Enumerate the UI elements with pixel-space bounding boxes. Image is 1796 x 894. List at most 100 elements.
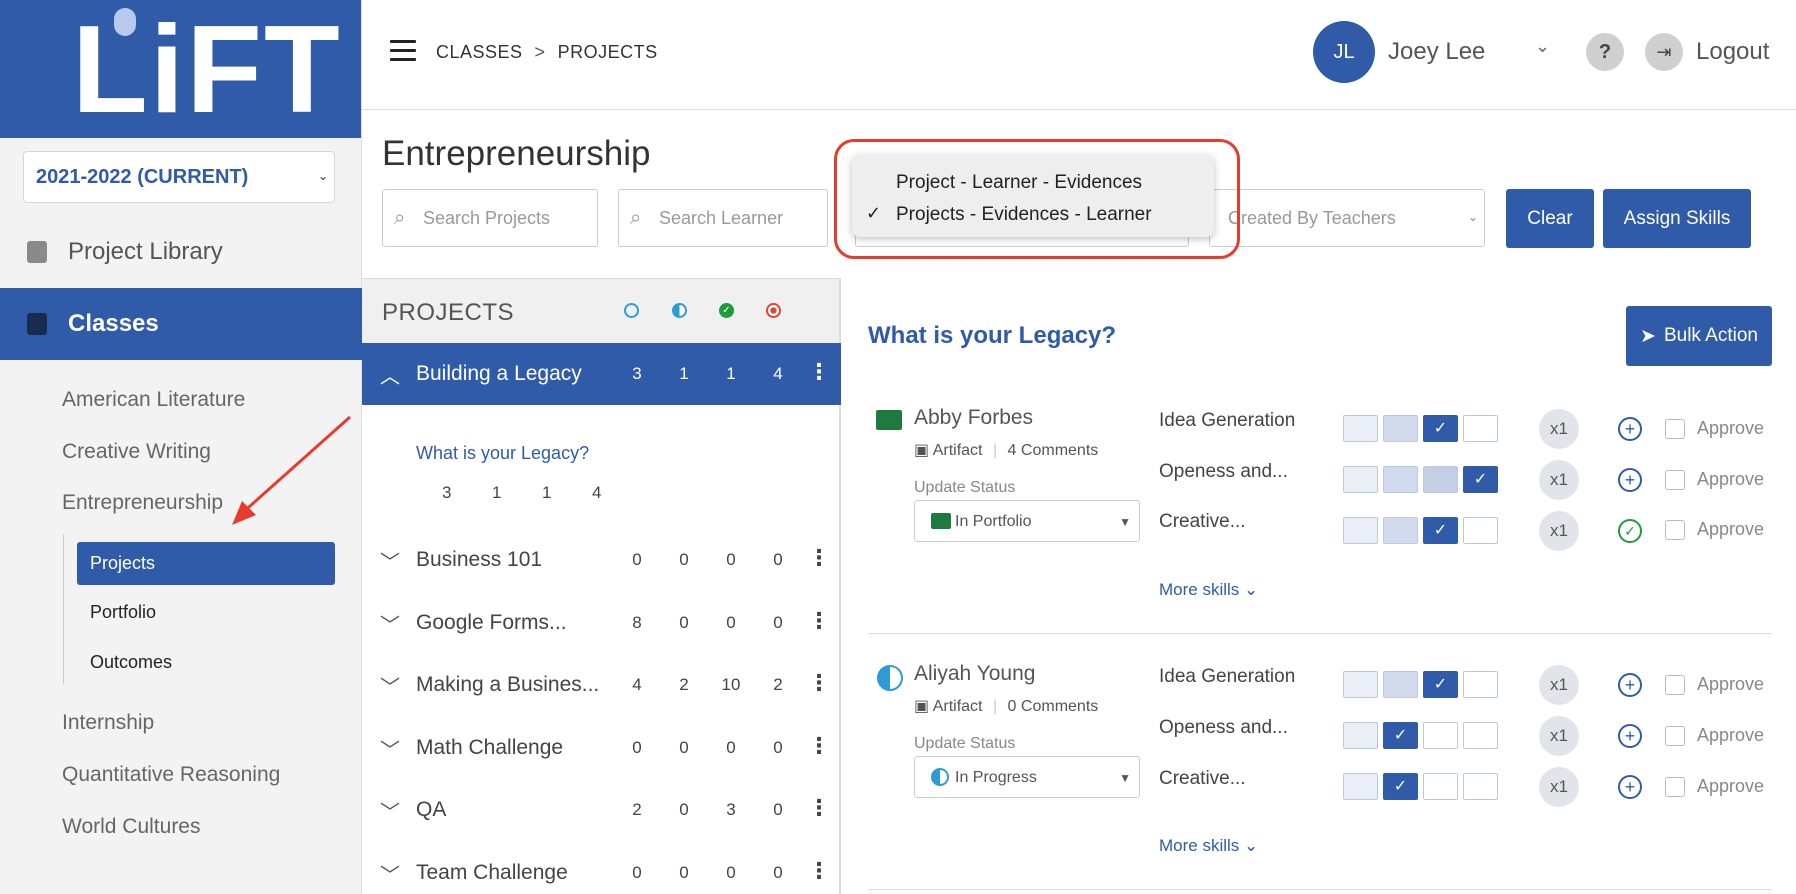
avatar[interactable]: JL — [1313, 21, 1375, 83]
skill-level-box[interactable] — [1343, 722, 1378, 749]
comments-link[interactable]: Comments — [1021, 698, 1098, 715]
sidebar-item-classes[interactable]: Classes — [0, 288, 362, 360]
subnav-outcomes[interactable]: Outcomes — [77, 641, 335, 684]
kebab-menu-icon[interactable]: ⋮ — [808, 795, 830, 821]
approve-checkbox[interactable] — [1665, 470, 1685, 490]
multiplier-badge[interactable]: x1 — [1539, 767, 1579, 807]
skill-level-box[interactable] — [1463, 773, 1498, 800]
class-item-entrepreneurship[interactable]: Entrepreneurship — [62, 491, 223, 515]
skill-level-box[interactable] — [1423, 773, 1458, 800]
skill-level-box[interactable] — [1343, 773, 1378, 800]
add-icon[interactable]: + — [1618, 417, 1642, 441]
skill-level-box[interactable] — [1343, 466, 1378, 493]
learner-name[interactable]: Aliyah Young — [914, 662, 1035, 686]
multiplier-badge[interactable]: x1 — [1539, 665, 1579, 705]
clear-button[interactable]: Clear — [1506, 189, 1594, 248]
add-icon[interactable]: + — [1618, 673, 1642, 697]
subnav-portfolio[interactable]: Portfolio — [77, 591, 335, 634]
skill-level-box[interactable] — [1383, 671, 1418, 698]
skill-level-box[interactable] — [1463, 722, 1498, 749]
project-row[interactable]: ﹀ Making a Busines... 4 2 10 2 ⋮ — [362, 654, 841, 716]
project-row[interactable]: ︿ Building a Legacy 3 1 1 4 ⋮ — [362, 343, 841, 405]
approve-checkbox[interactable] — [1665, 726, 1685, 746]
skill-level-box[interactable] — [1343, 517, 1378, 544]
year-select[interactable]: 2021-2022 (CURRENT) ⌄ — [23, 151, 335, 203]
logout-button[interactable]: Logout — [1696, 38, 1769, 66]
approved-check-icon[interactable]: ✓ — [1618, 519, 1642, 543]
project-row[interactable]: ﹀ QA 2 0 3 0 ⋮ — [362, 779, 841, 841]
user-name[interactable]: Joey Lee — [1388, 38, 1485, 66]
skill-level-box-selected[interactable]: ✓ — [1423, 517, 1458, 544]
kebab-menu-icon[interactable]: ⋮ — [808, 359, 830, 385]
skill-level-box-selected[interactable]: ✓ — [1383, 773, 1418, 800]
chevron-down-icon[interactable]: ﹀ — [380, 546, 400, 575]
kebab-menu-icon[interactable]: ⋮ — [808, 545, 830, 571]
kebab-menu-icon[interactable]: ⋮ — [808, 733, 830, 759]
search-projects-input[interactable]: ⌕ Search Projects — [382, 189, 598, 247]
approve-checkbox[interactable] — [1665, 675, 1685, 695]
multiplier-badge[interactable]: x1 — [1539, 511, 1579, 551]
created-by-select[interactable]: Created By Teachers ⌄ — [1209, 189, 1485, 247]
chevron-down-icon[interactable]: ﹀ — [380, 796, 400, 825]
search-learner-input[interactable]: ⌕ Search Learner — [618, 189, 828, 247]
skill-level-box[interactable] — [1383, 517, 1418, 544]
bulk-action-button[interactable]: ➤ Bulk Action — [1626, 306, 1772, 366]
kebab-menu-icon[interactable]: ⋮ — [808, 670, 830, 696]
skill-level-box[interactable] — [1343, 671, 1378, 698]
skill-level-box-selected[interactable]: ✓ — [1423, 415, 1458, 442]
subnav-projects[interactable]: Projects — [77, 542, 335, 585]
chevron-up-icon[interactable]: ︿ — [380, 360, 400, 389]
class-item-internship[interactable]: Internship — [62, 711, 154, 735]
sidebar-item-project-library[interactable]: Project Library — [0, 216, 362, 288]
class-item-creative-writing[interactable]: Creative Writing — [62, 440, 211, 464]
add-icon[interactable]: + — [1618, 724, 1642, 748]
multiplier-badge[interactable]: x1 — [1539, 460, 1579, 500]
project-row[interactable]: ﹀ Google Forms... 8 0 0 0 ⋮ — [362, 592, 841, 654]
comments-link[interactable]: Comments — [1021, 442, 1098, 459]
artifact-link[interactable]: Artifact — [933, 442, 983, 459]
approve-checkbox[interactable] — [1665, 419, 1685, 439]
learner-name[interactable]: Abby Forbes — [914, 406, 1033, 430]
approve-checkbox[interactable] — [1665, 777, 1685, 797]
status-select[interactable]: In Progress ▼ — [914, 756, 1140, 798]
logout-icon[interactable]: ⇥ — [1645, 33, 1683, 71]
skill-level-box-selected[interactable]: ✓ — [1423, 671, 1458, 698]
skill-level-box[interactable] — [1343, 415, 1378, 442]
chevron-down-icon[interactable]: ﹀ — [380, 671, 400, 700]
skill-level-box[interactable] — [1463, 671, 1498, 698]
artifact-link[interactable]: Artifact — [933, 698, 983, 715]
project-row[interactable]: ﹀ Math Challenge 0 0 0 0 ⋮ — [362, 717, 841, 779]
add-icon[interactable]: + — [1618, 468, 1642, 492]
chevron-down-icon[interactable]: ﹀ — [380, 734, 400, 763]
more-skills-link[interactable]: More skills ⌄ — [1159, 836, 1258, 856]
kebab-menu-icon[interactable]: ⋮ — [808, 608, 830, 634]
chevron-down-icon[interactable]: ⌄ — [1535, 36, 1550, 57]
chevron-down-icon[interactable]: ﹀ — [380, 609, 400, 638]
sub-project-link[interactable]: What is your Legacy? — [416, 443, 589, 464]
class-item-american-literature[interactable]: American Literature — [62, 388, 245, 412]
approve-checkbox[interactable] — [1665, 520, 1685, 540]
class-item-world-cultures[interactable]: World Cultures — [62, 815, 201, 839]
assign-skills-button[interactable]: Assign Skills — [1603, 189, 1751, 248]
status-select[interactable]: In Portfolio ▼ — [914, 500, 1140, 542]
class-item-quantitative-reasoning[interactable]: Quantitative Reasoning — [62, 763, 280, 787]
skill-level-box-selected[interactable]: ✓ — [1383, 722, 1418, 749]
multiplier-badge[interactable]: x1 — [1539, 716, 1579, 756]
skill-level-box-selected[interactable]: ✓ — [1463, 466, 1498, 493]
breadcrumb-classes[interactable]: CLASSES — [436, 42, 523, 62]
lift-logo[interactable]: LiFT — [0, 0, 361, 138]
project-row[interactable]: ﹀ Business 101 0 0 0 0 ⋮ — [362, 529, 841, 591]
skill-level-box[interactable] — [1423, 722, 1458, 749]
skill-level-box[interactable] — [1463, 517, 1498, 544]
kebab-menu-icon[interactable]: ⋮ — [808, 858, 830, 884]
help-button[interactable]: ? — [1586, 33, 1624, 71]
add-icon[interactable]: + — [1618, 775, 1642, 799]
skill-level-box[interactable] — [1383, 466, 1418, 493]
project-row[interactable]: ﹀ Team Challenge 0 0 0 0 ⋮ — [362, 842, 841, 894]
multiplier-badge[interactable]: x1 — [1539, 409, 1579, 449]
skill-level-box[interactable] — [1383, 415, 1418, 442]
hamburger-menu-icon[interactable] — [390, 40, 416, 62]
more-skills-link[interactable]: More skills ⌄ — [1159, 580, 1258, 600]
skill-level-box[interactable] — [1423, 466, 1458, 493]
chevron-down-icon[interactable]: ﹀ — [380, 859, 400, 888]
